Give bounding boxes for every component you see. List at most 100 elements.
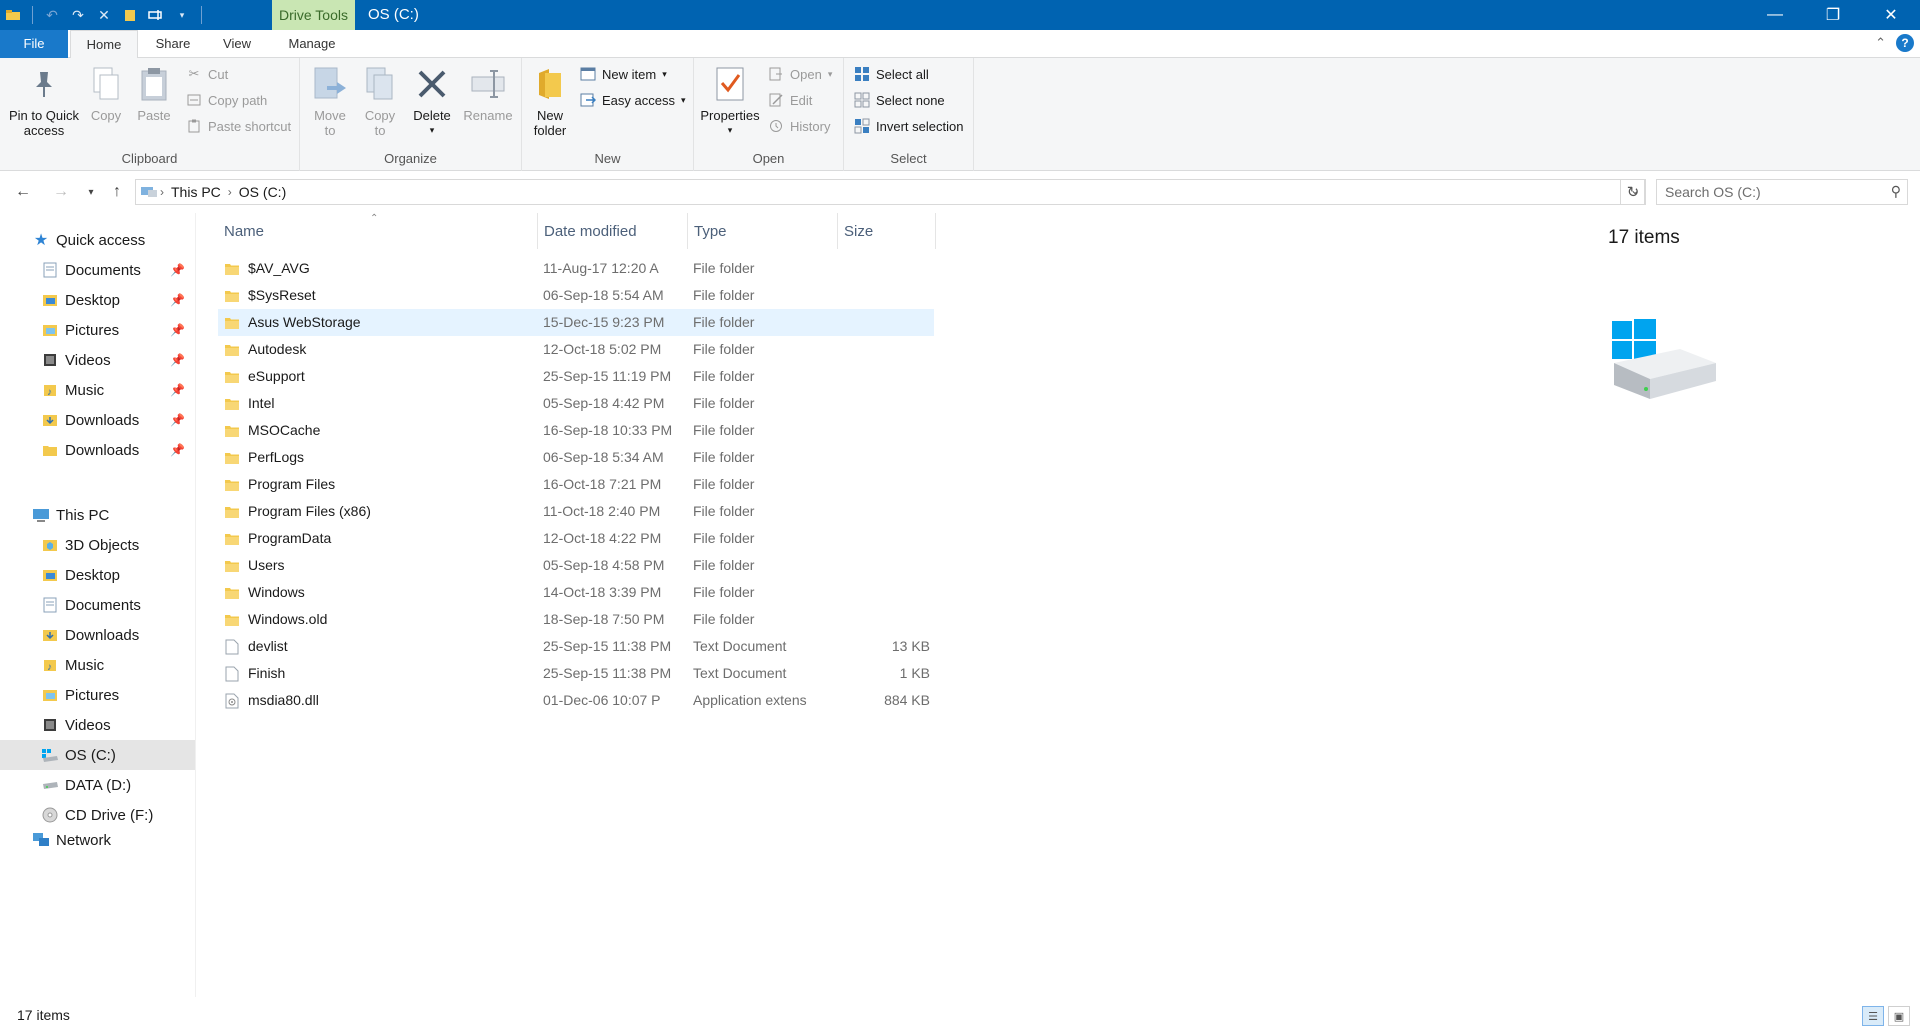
file-row[interactable]: Program Files 16-Oct-18 7:21 PM File folde… — [218, 471, 934, 498]
column-header-size[interactable]: Size — [838, 213, 936, 249]
breadcrumb-chevron-icon[interactable]: › — [226, 185, 234, 199]
new-item-button[interactable]: New item ▾ — [580, 63, 667, 85]
address-bar[interactable]: › This PC › OS (C:) ⌄ — [135, 179, 1645, 205]
breadcrumb-chevron-icon[interactable]: › — [158, 185, 166, 199]
nav-pc-item[interactable]: Documents — [0, 590, 195, 620]
file-row[interactable]: Program Files (x86) 11-Oct-18 2:40 PM File… — [218, 498, 934, 525]
breadcrumb-os-c[interactable]: OS (C:) — [234, 184, 291, 200]
copy-to-button[interactable]: Copy to — [358, 64, 402, 138]
nav-pc-item[interactable]: Downloads — [0, 620, 195, 650]
open-button[interactable]: Open ▾ — [768, 63, 832, 85]
explorer-app-icon[interactable] — [0, 0, 26, 30]
search-input[interactable] — [1657, 180, 1877, 204]
column-header-name[interactable]: Name — [218, 213, 538, 249]
breadcrumb-this-pc[interactable]: This PC — [166, 184, 226, 200]
nav-quick-item[interactable]: Downloads 📌 — [0, 435, 195, 465]
pin-icon[interactable]: 📌 — [170, 323, 185, 337]
details-view-icon[interactable]: ☰ — [1862, 1006, 1884, 1026]
pin-icon[interactable]: 📌 — [170, 353, 185, 367]
delete-icon[interactable]: ✕ — [91, 0, 117, 30]
move-to-button[interactable]: Move to — [308, 64, 352, 138]
nav-this-pc[interactable]: This PC — [0, 500, 195, 530]
pin-icon[interactable]: 📌 — [170, 443, 185, 457]
select-none-button[interactable]: Select none — [854, 89, 945, 111]
file-row[interactable]: devlist 25-Sep-15 11:38 PM Text Document 13… — [218, 633, 934, 660]
help-icon[interactable]: ? — [1896, 34, 1914, 52]
tab-share[interactable]: Share — [144, 30, 202, 58]
column-header-date[interactable]: Date modified — [538, 213, 688, 249]
new-folder-icon[interactable] — [117, 0, 143, 30]
cut-button[interactable]: ✂ Cut — [186, 63, 229, 85]
file-row[interactable]: PerfLogs 06-Sep-18 5:34 AM File folder — [218, 444, 934, 471]
tab-manage[interactable]: Manage — [276, 30, 348, 58]
tab-home[interactable]: Home — [70, 30, 138, 59]
delete-button[interactable]: Delete ▾ — [410, 64, 454, 138]
pin-icon[interactable]: 📌 — [170, 413, 185, 427]
restore-icon[interactable]: ❐ — [1804, 0, 1862, 30]
properties-button[interactable]: Properties ▾ — [698, 64, 762, 138]
pin-icon[interactable]: 📌 — [170, 293, 185, 307]
nav-quick-item[interactable]: ♪ Music 📌 — [0, 375, 195, 405]
edit-button[interactable]: Edit — [768, 89, 812, 111]
large-icons-view-icon[interactable]: ▣ — [1888, 1006, 1910, 1026]
file-row[interactable]: Asus WebStorage 15-Dec-15 9:23 PM File fol… — [218, 309, 934, 336]
nav-pc-item[interactable]: DATA (D:) — [0, 770, 195, 800]
minimize-icon[interactable]: — — [1746, 0, 1804, 30]
copy-button[interactable]: Copy — [84, 64, 128, 123]
nav-quick-item[interactable]: Desktop 📌 — [0, 285, 195, 315]
nav-pc-item[interactable]: ♪ Music — [0, 650, 195, 680]
nav-quick-item[interactable]: Documents 📌 — [0, 255, 195, 285]
collapse-ribbon-icon[interactable]: ⌃ — [1875, 35, 1886, 51]
file-name: PerfLogs — [248, 449, 305, 465]
easy-access-button[interactable]: Easy access ▾ — [580, 89, 686, 111]
redo-icon[interactable]: ↷ — [65, 0, 91, 30]
nav-quick-access[interactable]: ★ Quick access — [0, 225, 195, 255]
text-document-icon — [224, 666, 240, 682]
file-row[interactable]: Users 05-Sep-18 4:58 PM File folder — [218, 552, 934, 579]
file-row[interactable]: Intel 05-Sep-18 4:42 PM File folder — [218, 390, 934, 417]
file-row[interactable]: MSOCache 16-Sep-18 10:33 PM File folder — [218, 417, 934, 444]
nav-pc-item[interactable]: 3D Objects — [0, 530, 195, 560]
copy-path-button[interactable]: Copy path — [186, 89, 267, 111]
new-folder-button[interactable]: New folder — [528, 64, 572, 138]
file-row[interactable]: $SysReset 06-Sep-18 5:54 AM File folder — [218, 282, 934, 309]
file-row[interactable]: eSupport 25-Sep-15 11:19 PM File folder — [218, 363, 934, 390]
tab-file[interactable]: File — [0, 30, 68, 58]
nav-pc-item[interactable]: Videos — [0, 710, 195, 740]
refresh-icon[interactable]: ↻ — [1620, 179, 1646, 205]
close-icon[interactable]: ✕ — [1862, 0, 1920, 30]
back-arrow-icon[interactable]: ← — [12, 181, 34, 203]
pin-icon[interactable]: 📌 — [170, 263, 185, 277]
paste-shortcut-button[interactable]: Paste shortcut — [186, 115, 291, 137]
pin-to-quick-access-button[interactable]: Pin to Quick access — [6, 64, 82, 138]
rename-button[interactable]: Rename — [460, 64, 516, 123]
customize-toolbar-icon[interactable]: ▾ — [169, 0, 195, 30]
invert-selection-button[interactable]: Invert selection — [854, 115, 963, 137]
file-row[interactable]: msdia80.dll 01-Dec-06 10:07 P Application … — [218, 687, 934, 714]
tab-view[interactable]: View — [208, 30, 266, 58]
file-row[interactable]: Windows.old 18-Sep-18 7:50 PM File folder — [218, 606, 934, 633]
file-row[interactable]: $AV_AVG 11-Aug-17 12:20 A File folder — [218, 255, 934, 282]
file-row[interactable]: Finish 25-Sep-15 11:38 PM Text Document 1 K… — [218, 660, 934, 687]
nav-quick-item[interactable]: Pictures 📌 — [0, 315, 195, 345]
column-header-type[interactable]: Type — [688, 213, 838, 249]
up-arrow-icon[interactable]: ↑ — [106, 181, 128, 203]
rename-icon[interactable] — [143, 0, 169, 30]
forward-arrow-icon[interactable]: → — [50, 181, 72, 203]
history-button[interactable]: History — [768, 115, 830, 137]
pin-icon[interactable]: 📌 — [170, 383, 185, 397]
nav-pc-item[interactable]: Desktop — [0, 560, 195, 590]
nav-quick-item[interactable]: Videos 📌 — [0, 345, 195, 375]
select-all-button[interactable]: Select all — [854, 63, 929, 85]
undo-icon[interactable]: ↶ — [39, 0, 65, 30]
file-row[interactable]: ProgramData 12-Oct-18 4:22 PM File folder — [218, 525, 934, 552]
nav-pc-item[interactable]: OS (C:) — [0, 740, 195, 770]
file-row[interactable]: Windows 14-Oct-18 3:39 PM File folder — [218, 579, 934, 606]
nav-quick-item[interactable]: Downloads 📌 — [0, 405, 195, 435]
nav-network[interactable]: Network — [0, 825, 195, 855]
paste-button[interactable]: Paste — [132, 64, 176, 123]
recent-locations-chevron-icon[interactable]: ▾ — [80, 181, 102, 203]
search-icon[interactable]: ⚲ — [1891, 183, 1901, 200]
nav-pc-item[interactable]: Pictures — [0, 680, 195, 710]
file-row[interactable]: Autodesk 12-Oct-18 5:02 PM File folder — [218, 336, 934, 363]
